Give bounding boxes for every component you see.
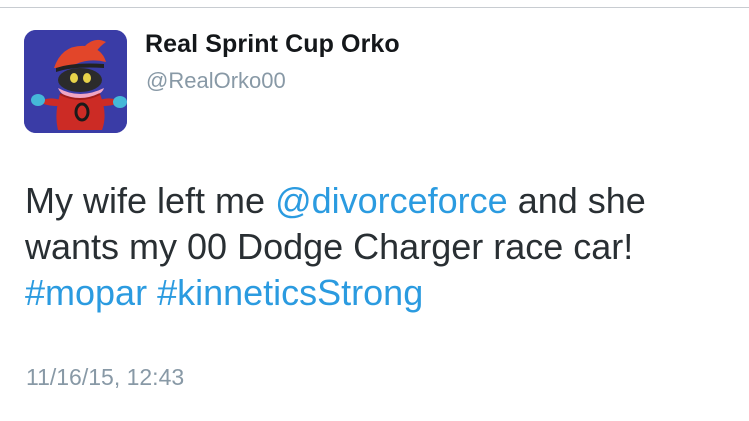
hashtag-link[interactable]: #mopar xyxy=(25,272,147,313)
top-divider xyxy=(0,0,749,8)
orko-avatar-icon xyxy=(24,30,127,133)
user-handle[interactable]: @RealOrko00 xyxy=(146,68,286,94)
tweet-text: My wife left me @divorceforce and she wa… xyxy=(25,178,735,316)
mention-link[interactable]: @divorceforce xyxy=(275,180,508,221)
timestamp[interactable]: 11/16/15, 12:43 xyxy=(26,364,184,391)
hashtag-link[interactable]: #kinneticsStrong xyxy=(157,272,423,313)
avatar[interactable] xyxy=(24,30,127,133)
display-name[interactable]: Real Sprint Cup Orko xyxy=(145,30,400,59)
tweet-text-part: My wife left me xyxy=(25,180,276,221)
tweet-card: Real Sprint Cup Orko @RealOrko00 My wife… xyxy=(0,0,749,421)
tweet-text-space xyxy=(147,272,157,313)
